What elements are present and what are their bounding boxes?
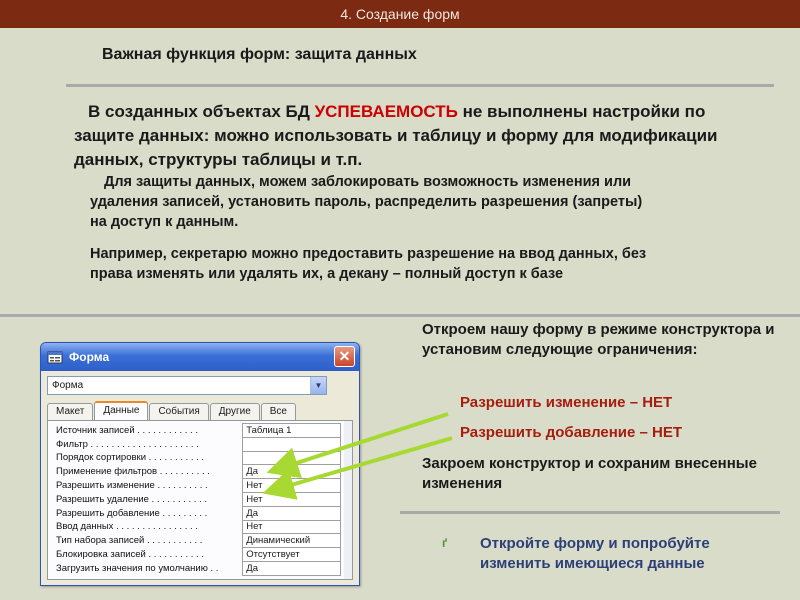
example-paragraph: Например, секретарю можно предоставить р… [90, 246, 647, 282]
property-row[interactable]: Источник записей . . . . . . . . . . . .… [53, 423, 341, 438]
chevron-down-icon[interactable]: ▼ [310, 377, 326, 394]
close-button[interactable]: ✕ [334, 346, 355, 367]
property-name: Порядок сортировки . . . . . . . . . . . [56, 452, 205, 464]
property-tabs: Макет Данные События Другие Все [47, 401, 297, 421]
property-name: Тип набора записей . . . . . . . . . . . [56, 535, 203, 547]
property-name: Блокировка записей . . . . . . . . . . . [56, 549, 204, 561]
property-list: Источник записей . . . . . . . . . . . .… [53, 423, 341, 576]
tab-other[interactable]: Другие [209, 403, 260, 421]
open-form-instruction: Откроем нашу форму в режиме конструктора… [422, 321, 775, 358]
property-value[interactable]: Да [242, 464, 341, 480]
property-row[interactable]: Применение фильтров . . . . . . . . . . Д… [53, 464, 341, 480]
property-value[interactable]: Да [242, 505, 341, 521]
property-row[interactable]: Блокировка записей . . . . . . . . . . .… [53, 547, 341, 562]
intro-text-before: В созданных объектах БД [88, 102, 315, 121]
tab-layout[interactable]: Макет [47, 403, 94, 421]
property-row[interactable]: Разрешить изменение . . . . . . . . . . Н… [53, 478, 341, 493]
slide-header: 4. Создание форм [0, 0, 800, 28]
divider-bottom [400, 511, 780, 514]
tab-panel-data: Источник записей . . . . . . . . . . . .… [47, 420, 353, 580]
intro-paragraph: В созданных объектах БД УСПЕВАЕМОСТЬ не … [74, 100, 734, 172]
property-name: Фильтр . . . . . . . . . . . . . . . . .… [56, 438, 199, 450]
property-value[interactable]: Нет [242, 491, 341, 507]
window-title: Форма [69, 350, 110, 364]
vertical-scrollbar[interactable] [344, 421, 352, 579]
property-row[interactable]: Разрешить добавление . . . . . . . . . Да [53, 505, 341, 521]
object-select[interactable]: Форма ▼ [47, 376, 327, 395]
allow-edit-setting: Разрешить изменение – НЕТ [460, 394, 673, 411]
divider-top [66, 84, 774, 87]
window-titlebar[interactable]: Форма [41, 343, 359, 371]
slide-subtitle: Важная функция форм: защита данных [102, 46, 417, 63]
property-value[interactable]: Нет [242, 478, 341, 493]
property-row[interactable]: Фильтр . . . . . . . . . . . . . . . . .… [53, 436, 341, 452]
form-icon [47, 351, 63, 364]
property-name: Источник записей . . . . . . . . . . . . [56, 424, 198, 436]
property-value[interactable]: Да [242, 560, 341, 576]
property-row[interactable]: Загрузить значения по умолчанию . . Да [53, 560, 341, 576]
allow-add-setting: Разрешить добавление – НЕТ [460, 424, 683, 441]
property-name: Разрешить удаление . . . . . . . . . . . [56, 493, 207, 505]
tab-events[interactable]: События [149, 403, 209, 421]
property-name: Разрешить добавление . . . . . . . . . [56, 507, 208, 519]
property-name: Загрузить значения по умолчанию . . [56, 562, 219, 574]
property-value[interactable]: Отсутствует [242, 547, 341, 562]
property-row[interactable]: Порядок сортировки . . . . . . . . . . . [53, 450, 341, 466]
property-row[interactable]: Ввод данных . . . . . . . . . . . . . . … [53, 519, 341, 535]
close-designer-instruction: Закроем конструктор и сохраним внесенные… [422, 455, 757, 492]
property-name: Применение фильтров . . . . . . . . . . [56, 466, 210, 478]
intro-accent-word: УСПЕВАЕМОСТЬ [314, 102, 458, 121]
property-name: Разрешить изменение . . . . . . . . . . [56, 480, 208, 492]
property-value[interactable]: Таблица 1 [242, 423, 341, 438]
object-select-value: Форма [52, 380, 84, 391]
try-it-instruction: Откройте форму и попробуйте изменить име… [480, 535, 710, 572]
property-value[interactable] [242, 450, 341, 466]
property-value[interactable]: Динамический [242, 533, 341, 549]
tab-all[interactable]: Все [260, 403, 296, 421]
divider-middle [0, 314, 800, 317]
property-row[interactable]: Разрешить удаление . . . . . . . . . . .… [53, 491, 341, 507]
form-properties-window[interactable]: Форма ✕ Форма ▼ Макет Данные События Дру… [40, 342, 360, 586]
property-row[interactable]: Тип набора записей . . . . . . . . . . .… [53, 533, 341, 549]
property-value[interactable] [242, 436, 341, 452]
property-name: Ввод данных . . . . . . . . . . . . . . … [56, 521, 198, 533]
protection-paragraph: Для защиты данных, можем заблокировать в… [90, 174, 643, 230]
property-value[interactable]: Нет [242, 519, 341, 535]
tab-data[interactable]: Данные [94, 401, 149, 421]
bullet-mark: ґ [442, 536, 448, 550]
